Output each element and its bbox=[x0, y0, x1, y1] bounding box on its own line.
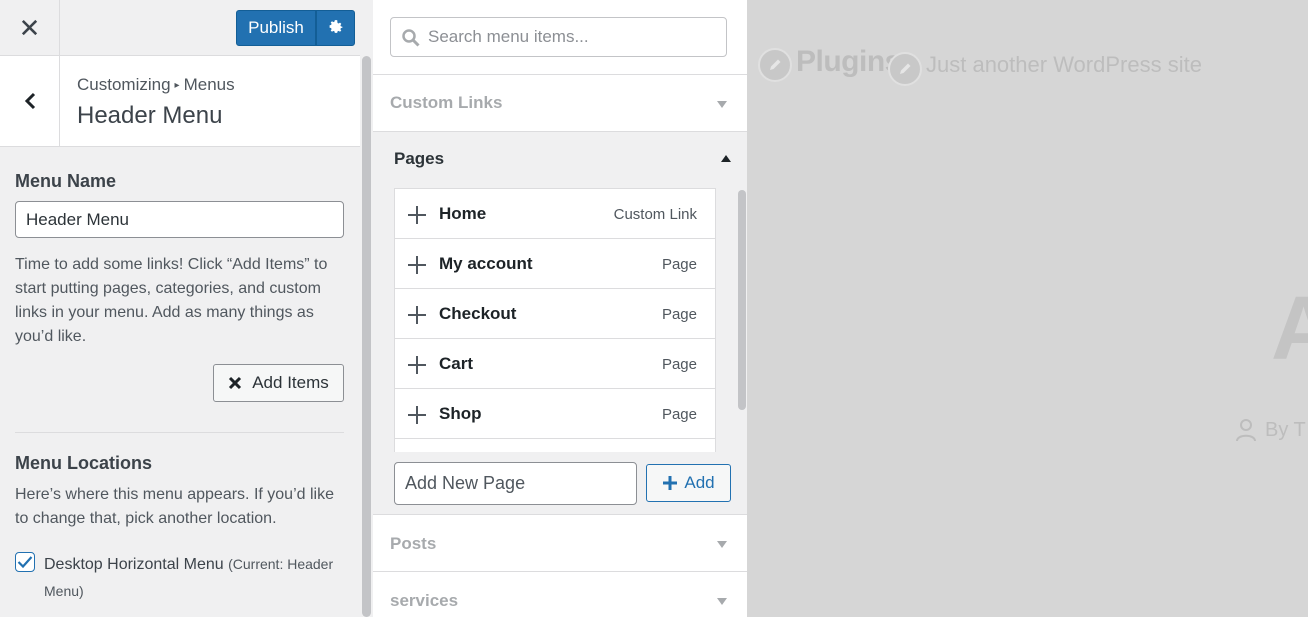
chevron-down-icon bbox=[717, 541, 727, 548]
item-type: Page bbox=[661, 356, 697, 373]
menu-locations-help: Here’s where this menu appears. If you’d… bbox=[15, 486, 334, 527]
chevron-up-icon[interactable] bbox=[721, 155, 731, 162]
plus-icon bbox=[408, 406, 426, 424]
list-item[interactable] bbox=[395, 439, 715, 452]
divider bbox=[15, 432, 344, 433]
section-title: Posts bbox=[390, 534, 437, 553]
list-item[interactable]: Cart Page bbox=[395, 339, 715, 389]
sidebar-scrollbar[interactable] bbox=[362, 56, 371, 617]
pencil-icon bbox=[770, 59, 781, 70]
customizer-header: ✕ Publish bbox=[0, 0, 360, 56]
plus-icon bbox=[408, 356, 426, 374]
item-title: Cart bbox=[439, 354, 474, 373]
add-label: Add bbox=[684, 473, 715, 492]
page-list: Home Custom Link My account Page Checkou… bbox=[394, 188, 716, 452]
item-type: Page bbox=[661, 256, 697, 273]
section-title[interactable]: Pages bbox=[394, 149, 444, 169]
add-items-button[interactable]: Add Items bbox=[213, 364, 344, 402]
item-title: Shop bbox=[439, 404, 482, 423]
breadcrumb: Customizing ▸ Menus bbox=[77, 75, 235, 95]
byline-text: By T bbox=[1265, 418, 1306, 441]
breadcrumb-parent: Customizing bbox=[77, 75, 171, 94]
search-icon bbox=[402, 29, 420, 47]
site-preview: Plugins Just another WordPress site A By… bbox=[747, 0, 1308, 617]
panel-title: Header Menu bbox=[77, 102, 223, 129]
menu-locations-label: Menu Locations bbox=[15, 453, 153, 473]
author-byline: By T bbox=[1235, 418, 1306, 442]
back-button[interactable] bbox=[0, 56, 60, 146]
plus-icon bbox=[408, 256, 426, 274]
plus-icon bbox=[663, 476, 678, 490]
menu-name-input[interactable] bbox=[15, 201, 344, 238]
edit-shortcut-site-title[interactable] bbox=[758, 48, 792, 82]
site-tagline[interactable]: Just another WordPress site bbox=[926, 52, 1202, 78]
location-name: Desktop Horizontal Menu bbox=[44, 556, 224, 573]
item-title: My account bbox=[439, 254, 533, 273]
plus-icon bbox=[408, 206, 426, 224]
publish-button[interactable]: Publish bbox=[236, 10, 316, 46]
item-type: Page bbox=[661, 406, 697, 423]
plus-icon bbox=[408, 306, 426, 324]
breadcrumb-child: Menus bbox=[183, 75, 235, 94]
search-box bbox=[390, 17, 727, 57]
new-page-input[interactable] bbox=[394, 462, 637, 505]
customizer-sidebar: ✕ Publish Customizing ▸ Menus Header Menu … bbox=[0, 0, 373, 617]
close-customizer-button[interactable]: ✕ bbox=[0, 0, 60, 56]
chevron-left-icon bbox=[24, 92, 35, 110]
chevron-down-icon bbox=[717, 101, 727, 108]
location-label[interactable]: Desktop Horizontal Menu (Current: Header… bbox=[44, 551, 354, 605]
item-type: Page bbox=[661, 306, 697, 323]
section-title: services bbox=[390, 591, 459, 610]
add-items-label: Add Items bbox=[252, 373, 329, 392]
location-checkbox[interactable] bbox=[15, 552, 35, 572]
add-page-button[interactable]: Add bbox=[646, 464, 731, 502]
panel-title-bar: Customizing ▸ Menus Header Menu bbox=[0, 56, 360, 147]
item-title: Home bbox=[439, 204, 487, 223]
section-posts[interactable]: Posts bbox=[373, 514, 747, 571]
gear-icon bbox=[329, 20, 342, 33]
user-icon bbox=[1236, 419, 1256, 442]
breadcrumb-separator: ▸ bbox=[174, 80, 180, 91]
chevron-down-icon bbox=[717, 598, 727, 605]
site-title[interactable]: Plugins bbox=[796, 45, 901, 79]
close-icon bbox=[229, 376, 242, 390]
section-pages: Pages Home Custom Link My account Page C… bbox=[373, 131, 747, 515]
item-title: Checkout bbox=[439, 304, 517, 323]
section-services[interactable]: services bbox=[373, 571, 747, 617]
edit-shortcut-tagline[interactable] bbox=[888, 52, 922, 86]
list-item[interactable]: My account Page bbox=[395, 239, 715, 289]
close-icon: ✕ bbox=[18, 12, 41, 43]
list-item[interactable]: Checkout Page bbox=[395, 289, 715, 339]
publish-controls: Publish bbox=[236, 10, 355, 46]
item-type: Custom Link bbox=[613, 206, 697, 223]
section-title: Custom Links bbox=[390, 93, 503, 112]
search-input[interactable] bbox=[428, 18, 718, 56]
page-list-scrollbar[interactable] bbox=[738, 190, 746, 410]
menu-name-help: Time to add some links! Click “Add Items… bbox=[15, 256, 328, 345]
list-item[interactable]: Shop Page bbox=[395, 389, 715, 439]
list-item[interactable]: Home Custom Link bbox=[395, 189, 715, 239]
post-title-fragment: A bbox=[1271, 279, 1308, 379]
menu-name-label: Menu Name bbox=[15, 171, 117, 191]
checkmark-icon bbox=[17, 556, 33, 569]
publish-settings-button[interactable] bbox=[316, 10, 355, 46]
available-menu-items-panel: Custom Links Pages Home Custom Link My a… bbox=[373, 0, 747, 617]
section-custom-links[interactable]: Custom Links bbox=[373, 74, 747, 131]
pencil-icon bbox=[900, 63, 911, 74]
